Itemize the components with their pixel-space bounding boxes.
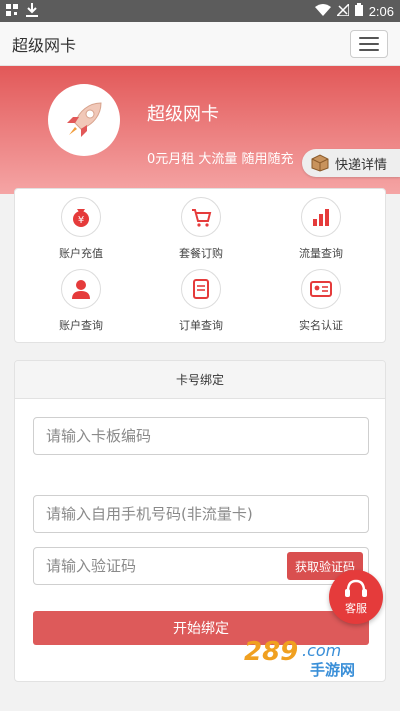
grid-item-label: 流量查询 <box>299 247 343 260</box>
hamburger-icon <box>359 36 379 39</box>
money-bag-icon: ¥ <box>73 209 89 227</box>
signal-icon <box>334 1 350 19</box>
grid-item-verify[interactable]: 实名认证 <box>271 269 371 333</box>
document-icon <box>193 279 209 299</box>
customer-service-button[interactable]: 客服 <box>329 570 383 624</box>
menu-button[interactable] <box>350 29 388 58</box>
grid-item-traffic[interactable]: 流量查询 <box>271 197 371 261</box>
rocket-icon <box>67 102 102 137</box>
grid-item-package[interactable]: 套餐订购 <box>151 197 251 261</box>
phone-number-input[interactable] <box>33 495 369 533</box>
app-title: 超级网卡 <box>12 35 77 55</box>
id-card-icon <box>310 281 332 297</box>
express-details-label: 快递详情 <box>335 157 388 173</box>
form-title: 卡号绑定 <box>15 361 385 399</box>
grid-item-label: 套餐订购 <box>179 247 223 260</box>
express-details-button[interactable]: 快递详情 <box>302 149 400 177</box>
download-icon <box>26 2 38 20</box>
watermark-subtext: 手游网 <box>310 661 355 678</box>
grid-item-recharge[interactable]: ¥ 账户充值 <box>31 197 131 261</box>
hero-title: 超级网卡 <box>147 104 219 125</box>
hero-banner: 超级网卡 0元月租 大流量 随用随充 快递详情 <box>0 66 400 194</box>
headset-icon <box>345 579 367 597</box>
cart-icon <box>192 209 212 227</box>
status-time: 2:06 <box>368 3 394 19</box>
avatar <box>48 84 120 156</box>
svg-text:¥: ¥ <box>78 215 84 226</box>
hero-tagline: 0元月租 大流量 随用随充 <box>147 152 294 167</box>
grid-item-label: 订单查询 <box>179 319 223 332</box>
grid-item-label: 实名认证 <box>299 319 343 332</box>
grid-item-account[interactable]: 账户查询 <box>31 269 131 333</box>
watermark-domain: .com <box>302 641 341 660</box>
qr-icon <box>6 3 18 19</box>
grid-item-orders[interactable]: 订单查询 <box>151 269 251 333</box>
package-icon <box>311 154 329 172</box>
battery-icon <box>354 3 363 19</box>
bar-chart-icon <box>313 209 329 226</box>
card-number-input[interactable] <box>33 417 369 455</box>
wifi-icon <box>314 3 331 19</box>
grid-item-label: 账户充值 <box>59 247 103 260</box>
function-grid: ¥ 账户充值 套餐订购 流量查询 账户查询 订单查询 实名认证 <box>14 188 386 343</box>
app-bar: 超级网卡 <box>0 22 400 66</box>
watermark-logo: 289 .com 手游网 <box>244 637 355 678</box>
customer-service-label: 客服 <box>345 601 367 615</box>
status-bar: 2:06 <box>0 0 400 22</box>
grid-item-label: 账户查询 <box>59 319 103 332</box>
watermark-number: 289 <box>244 637 298 667</box>
user-icon <box>72 280 90 299</box>
